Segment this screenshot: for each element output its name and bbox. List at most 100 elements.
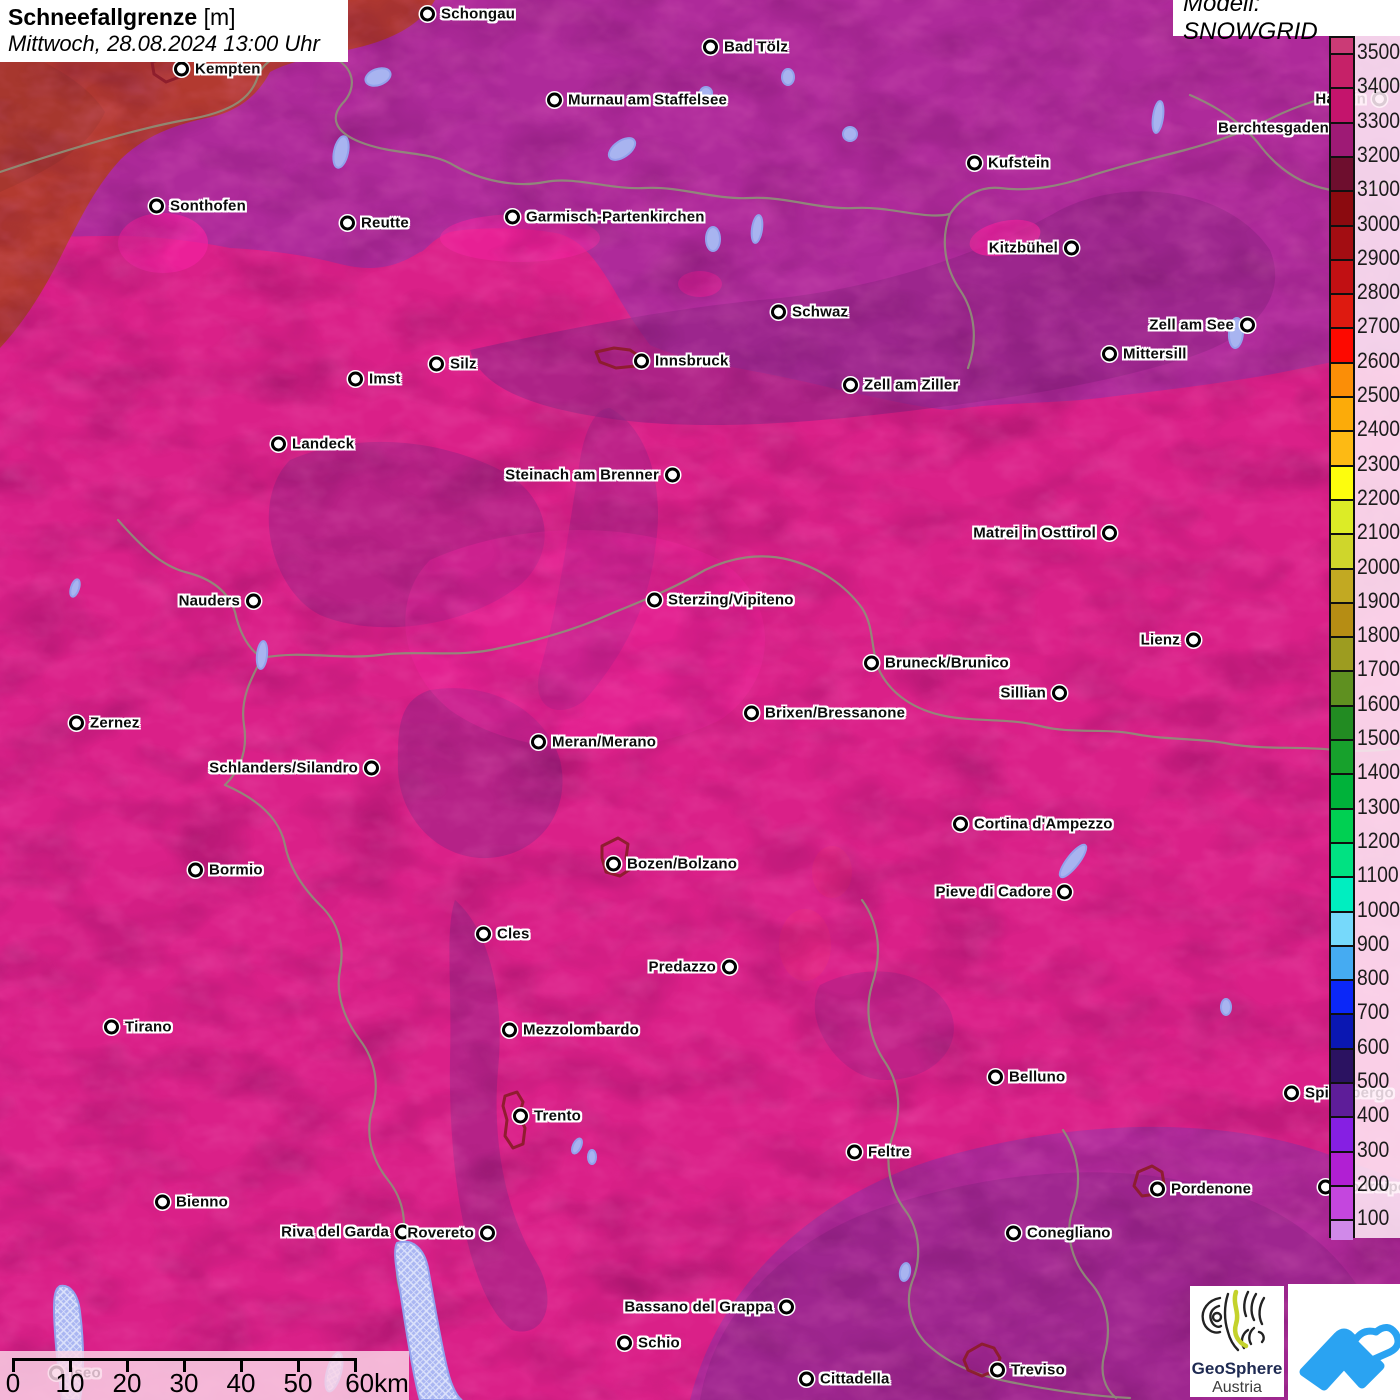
colorbar-tick [1331, 910, 1353, 913]
colorbar-segment [1331, 637, 1353, 672]
colorbar-segment [1331, 774, 1353, 809]
colorbar-tick [1331, 224, 1353, 227]
colorbar-tick [1331, 327, 1353, 330]
colorbar-tick [1331, 1116, 1353, 1119]
colorbar-label: 700 [1357, 999, 1390, 1025]
terrain-shading-light [0, 0, 1400, 1400]
colorbar-tick [1331, 396, 1353, 398]
colorbar-label: 400 [1357, 1102, 1390, 1128]
colorbar-label: 1000 [1357, 896, 1400, 922]
colorbar-label: 1700 [1357, 656, 1400, 682]
scale-bar-label: 0 [5, 1368, 21, 1398]
colorbar-tick [1331, 807, 1353, 810]
colorbar-segment [1331, 1083, 1353, 1118]
scale-bar-label: 50 [283, 1368, 313, 1398]
colorbar-tick [1331, 841, 1353, 844]
colorbar-segment [1331, 1117, 1353, 1152]
colorbar-label: 100 [1357, 1205, 1390, 1231]
mountain-cloud-icon [1299, 1324, 1400, 1391]
colorbar-segment [1331, 1048, 1353, 1083]
colorbar-tick [1331, 464, 1353, 467]
colorbar-segment [1331, 1151, 1353, 1186]
colorbar-tick [1331, 704, 1353, 707]
colorbar-tick [1331, 533, 1353, 536]
colorbar-tick [1331, 1150, 1353, 1153]
model-label: Modell: SNOWGRID [1183, 0, 1318, 45]
title-text: Schneefallgrenze [8, 4, 198, 30]
colorbar-tick [1331, 87, 1353, 90]
colorbar-label: 1300 [1357, 793, 1400, 819]
colorbar-tick [1331, 361, 1353, 364]
colorbar-label: 3300 [1357, 107, 1400, 133]
model-box: Modell: SNOWGRID [1173, 0, 1400, 45]
colorbar-label: 900 [1357, 930, 1390, 956]
colorbar-segment [1331, 877, 1353, 912]
colorbar-label: 800 [1357, 965, 1390, 991]
colorbar-label: 1100 [1357, 862, 1399, 888]
colorbar-label: 3000 [1357, 210, 1400, 236]
colorbar-label: 3400 [1357, 73, 1400, 99]
colorbar-segment [1331, 980, 1353, 1015]
colorbar-tick [1331, 1013, 1353, 1016]
colorbar-label: 2100 [1357, 519, 1400, 545]
colorbar-segment [1331, 1185, 1353, 1221]
colorbar-segment [1331, 397, 1353, 432]
colorbar-tick [1331, 258, 1353, 261]
map-canvas [0, 0, 1400, 1400]
colorbar-label: 1800 [1357, 622, 1400, 648]
colorbar-label: 2200 [1357, 484, 1400, 510]
colorbar-tick [1331, 944, 1353, 947]
colorbar-tick [1331, 1184, 1353, 1187]
colorbar-segment [1331, 465, 1353, 500]
colorbar-segment [1331, 842, 1353, 878]
colorbar-tick [1331, 739, 1353, 741]
colorbar-segment [1331, 911, 1353, 946]
scale-bar-label: 20 [112, 1368, 142, 1398]
colorbar-tick [1331, 155, 1353, 158]
colorbar-tick [1331, 567, 1353, 570]
colorbar-tick [1331, 670, 1353, 673]
colorbar-tick [1331, 876, 1353, 879]
colorbar-tick [1331, 1047, 1353, 1050]
colorbar-segment [1331, 225, 1353, 260]
colorbar-segment [1331, 362, 1353, 397]
colorbar-segment [1331, 54, 1353, 89]
page-title: Schneefallgrenze [m] [8, 4, 340, 31]
colorbar-tick [1331, 979, 1353, 982]
colorbar-tick [1331, 121, 1353, 124]
snowgrid-map-page: Schongau Bad Tölz Kempten Murnau am Staffel… [0, 0, 1400, 1400]
colorbar-label: 1400 [1357, 759, 1400, 785]
colorbar-label: 2500 [1357, 382, 1400, 407]
scale-bar-label: 60km [345, 1368, 409, 1398]
colorbar-segment [1331, 1220, 1353, 1240]
colorbar-segment [1331, 1014, 1353, 1049]
colorbar-label: 1500 [1357, 725, 1400, 750]
colorbar-tick [1331, 636, 1353, 639]
colorbar-segment [1331, 294, 1353, 329]
colorbar-tick [1331, 430, 1353, 433]
colorbar-label-panel: 3500 3400 3300 3200 3100 3000 2900 2800 2700 2600… [1355, 36, 1400, 1238]
colorbar-tick [1331, 1219, 1353, 1222]
scale-bar-label: 40 [226, 1368, 256, 1398]
colorbar-segment [1331, 534, 1353, 569]
colorbar-label: 2700 [1357, 313, 1400, 339]
colorbar-segment [1331, 88, 1353, 123]
colorbar-label: 500 [1357, 1068, 1390, 1093]
scale-bar-label: 10 [55, 1368, 85, 1398]
colorbar-segment [1331, 328, 1353, 363]
colorbar-label: 3200 [1357, 141, 1400, 167]
colorbar-segment [1331, 602, 1353, 638]
colorbar-tick [1331, 498, 1353, 501]
colorbar-label: 2400 [1357, 416, 1400, 442]
colorbar-label: 2900 [1357, 244, 1400, 270]
colorbar-label: 600 [1357, 1033, 1390, 1059]
colorbar-label: 200 [1357, 1170, 1390, 1196]
scale-bar: 0 10 20 30 40 50 60km [0, 1351, 409, 1400]
colorbar-segment [1331, 671, 1353, 706]
colorbar-segment [1331, 705, 1353, 740]
colorbar-label: 2300 [1357, 450, 1400, 476]
title-box: Schneefallgrenze [m] Mittwoch, 28.08.202… [0, 0, 348, 62]
geosphere-logo-box: GeoSphere Austria [1190, 1286, 1284, 1397]
valid-datetime: Mittwoch, 28.08.2024 13:00 Uhr [8, 31, 320, 57]
geosphere-logo-icon [1201, 1289, 1266, 1352]
